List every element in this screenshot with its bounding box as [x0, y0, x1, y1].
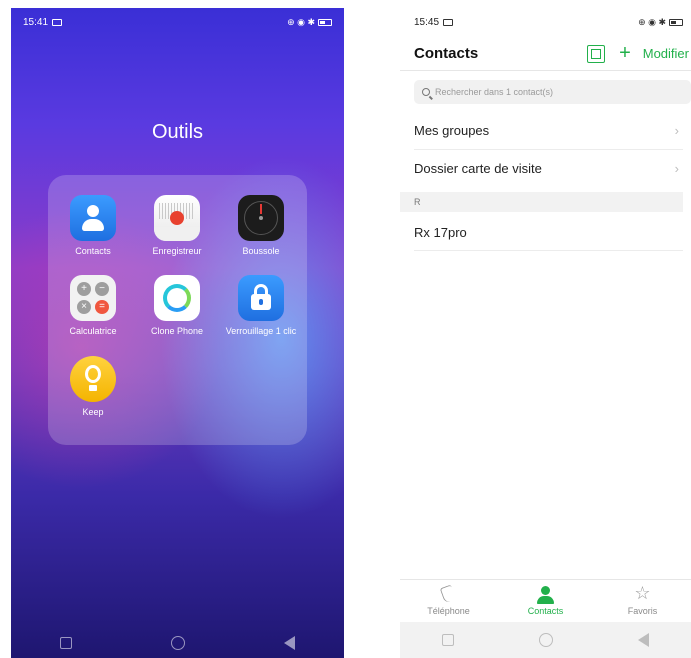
row-label: Dossier carte de visite — [414, 160, 542, 176]
calculator-icon: + − × = — [70, 275, 116, 321]
app-folder: Contacts Enregistreur Boussole + − × = Calc… — [48, 175, 307, 445]
status-bar: 15:41 ⊕ ◉ ✱ — [23, 14, 332, 30]
tab-label: Favoris — [627, 606, 658, 616]
contact-name: Rx 17pro — [414, 224, 467, 240]
battery-icon — [669, 18, 683, 26]
status-icons: ⊕ ◉ ✱ — [638, 16, 666, 27]
recents-icon[interactable] — [60, 637, 73, 649]
search-icon — [422, 88, 430, 96]
home-icon[interactable] — [538, 633, 553, 647]
recorder-icon — [154, 195, 200, 241]
add-contact-icon[interactable]: + — [619, 43, 631, 63]
app-label: Enregistreur — [152, 246, 202, 256]
battery-icon — [318, 18, 332, 26]
app-label: Keep — [82, 407, 104, 417]
tab-label: Contacts — [527, 606, 564, 616]
status-icons: ⊕ ◉ ✱ — [287, 16, 315, 27]
status-bar: 15:45 ⊕ ◉ ✱ — [414, 14, 683, 30]
navigation-bar — [11, 628, 344, 658]
app-recorder[interactable]: Enregistreur — [138, 195, 216, 256]
divider — [400, 70, 691, 71]
compass-icon — [238, 195, 284, 241]
folder-title[interactable]: Outils — [11, 121, 344, 144]
app-label: Clone Phone — [150, 326, 204, 336]
search-placeholder: Rechercher dans 1 contact(s) — [435, 87, 554, 97]
recents-icon[interactable] — [442, 634, 455, 646]
phone-icon — [439, 584, 456, 604]
contacts-screen: 15:45 ⊕ ◉ ✱ Contacts + Modifier Recherch… — [400, 8, 691, 658]
page-title: Contacts — [414, 44, 479, 62]
app-label: Calculatrice — [69, 326, 117, 336]
app-label: Boussole — [242, 246, 280, 256]
status-time: 15:45 — [414, 16, 440, 28]
tab-contacts[interactable]: Contacts — [506, 586, 586, 616]
back-icon[interactable] — [283, 636, 295, 650]
person-icon — [506, 586, 586, 604]
status-time: 15:41 — [23, 16, 49, 28]
edit-button[interactable]: Modifier — [643, 46, 689, 61]
contact-row[interactable]: Rx 17pro — [414, 214, 683, 250]
screenshot-canvas: 15:41 ⊕ ◉ ✱ Outils Contacts Enregistreur… — [0, 0, 691, 658]
divider — [414, 250, 683, 251]
home-screen: 15:41 ⊕ ◉ ✱ Outils Contacts Enregistreur… — [11, 8, 344, 658]
section-header: R — [400, 192, 683, 212]
back-icon[interactable] — [637, 633, 649, 647]
star-icon: ☆ — [634, 583, 651, 603]
row-label: Mes groupes — [414, 122, 490, 138]
tab-label: Téléphone — [427, 606, 470, 616]
navigation-bar — [400, 622, 691, 658]
chevron-right-icon: › — [674, 122, 679, 138]
tab-phone[interactable]: Téléphone — [409, 584, 489, 616]
app-contacts[interactable]: Contacts — [54, 195, 132, 256]
scan-card-icon[interactable] — [587, 45, 606, 63]
app-calculator[interactable]: + − × = Calculatrice — [54, 275, 132, 336]
image-notification-icon — [443, 18, 454, 26]
search-input[interactable]: Rechercher dans 1 contact(s) — [414, 80, 691, 104]
app-label: Verrouillage 1 clic — [225, 326, 297, 336]
app-label: Contacts — [75, 246, 111, 256]
row-my-groups[interactable]: Mes groupes › — [414, 112, 683, 148]
image-notification-icon — [52, 18, 63, 26]
home-icon[interactable] — [170, 636, 185, 650]
row-business-card-folder[interactable]: Dossier carte de visite › — [414, 150, 683, 186]
lock-icon — [238, 275, 284, 321]
keep-icon — [70, 356, 116, 402]
clone-phone-icon — [154, 275, 200, 321]
bottom-tab-bar: Téléphone Contacts ☆ Favoris — [400, 579, 691, 619]
chevron-right-icon: › — [674, 160, 679, 176]
app-clone-phone[interactable]: Clone Phone — [138, 275, 216, 336]
tab-favorites[interactable]: ☆ Favoris — [603, 583, 683, 616]
contacts-header: Contacts + Modifier — [414, 42, 691, 64]
app-keep[interactable]: Keep — [54, 356, 132, 417]
contacts-icon — [70, 195, 116, 241]
app-one-click-lock[interactable]: Verrouillage 1 clic — [222, 275, 300, 336]
app-compass[interactable]: Boussole — [222, 195, 300, 256]
